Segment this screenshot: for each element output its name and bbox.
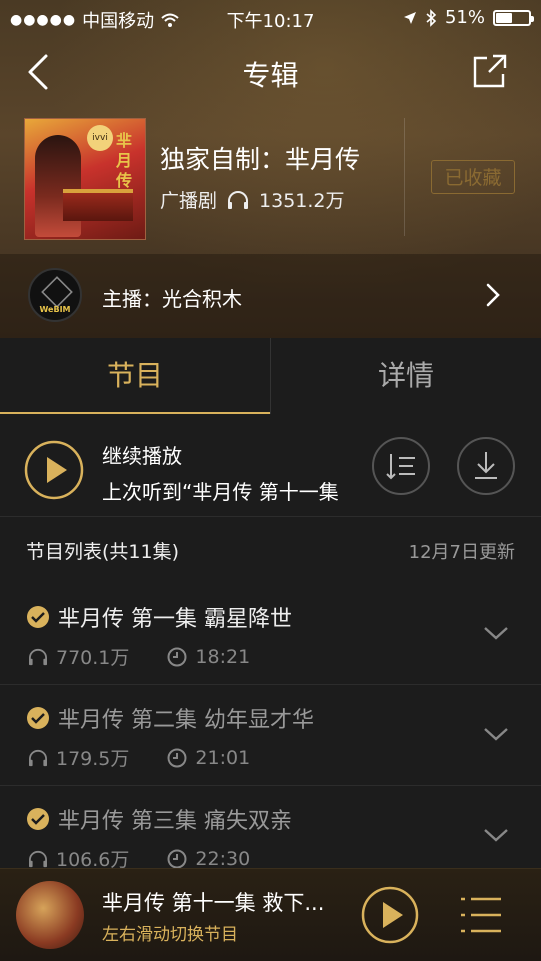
check-circle-icon	[27, 606, 49, 628]
episode-plays: 770.1万	[56, 647, 130, 669]
bluetooth-icon	[426, 8, 437, 27]
continue-title: 继续播放	[102, 444, 182, 468]
cover-seal: 芈月传	[115, 131, 132, 190]
avatar-cube-icon	[41, 276, 73, 308]
clock-icon	[167, 647, 187, 666]
cover-badge: ivvi	[87, 125, 113, 151]
list-title: 节目列表(共11集)	[26, 541, 180, 563]
now-playing-title: 芈月传 第十一集 救下...	[102, 891, 325, 915]
playlist-icon[interactable]	[459, 895, 503, 935]
cover-palace	[63, 189, 133, 221]
headphones-icon	[29, 850, 47, 867]
battery-fill	[496, 12, 513, 23]
host-label: 主播：光合积木	[102, 287, 242, 311]
status-bar: ●●●●● 中国移动 下午10:17 51%	[0, 0, 541, 36]
episode-meta: 106.6万 22:30	[28, 845, 250, 868]
cover-figure	[35, 135, 81, 237]
list-header: 节目列表(共11集) 12月7日更新	[0, 516, 541, 584]
album-cover: 芈月传 ivvi	[24, 118, 146, 240]
player-play-button[interactable]	[360, 885, 420, 945]
episode-meta: 179.5万 21:01	[28, 744, 250, 771]
collected-button[interactable]: 已收藏	[431, 160, 515, 194]
episode-list: 芈月传 第一集 霸星降世 770.1万 18:21 芈月传 第二集 幼年显才华 …	[0, 583, 541, 868]
location-icon	[403, 11, 416, 24]
clock-icon	[167, 849, 187, 868]
swipe-hint: 左右滑动切换节目	[102, 925, 238, 945]
episode-plays: 179.5万	[56, 748, 130, 770]
album-meta: 广播剧 1351.2万	[160, 186, 400, 213]
nav-bar: 专辑	[0, 44, 541, 100]
tab-bar: 节目 详情	[0, 338, 541, 414]
page-title: 专辑	[242, 59, 299, 92]
chevron-right-icon	[486, 283, 500, 307]
episode-meta: 770.1万 18:21	[28, 643, 250, 670]
status-right: 51%	[403, 7, 534, 28]
episode-duration: 18:21	[195, 645, 251, 668]
chevron-down-icon[interactable]	[483, 827, 509, 843]
list-updated: 12月7日更新	[408, 542, 515, 563]
continue-play-button[interactable]	[24, 440, 84, 500]
sort-icon[interactable]	[371, 436, 431, 496]
episode-title: 芈月传 第一集 霸星降世	[58, 607, 292, 632]
check-circle-icon	[27, 808, 49, 830]
headphones-icon	[228, 190, 249, 209]
episode-plays: 106.6万	[56, 849, 130, 868]
chevron-down-icon[interactable]	[483, 726, 509, 742]
tab-programs[interactable]: 节目	[0, 338, 270, 414]
episode-duration: 21:01	[195, 746, 251, 769]
album-name: 独家自制：芈月传	[160, 145, 361, 174]
download-icon[interactable]	[456, 436, 516, 496]
share-icon[interactable]	[473, 54, 507, 88]
chevron-down-icon[interactable]	[483, 625, 509, 641]
divider	[404, 118, 405, 236]
album-category: 广播剧	[160, 190, 218, 212]
list-item[interactable]: 芈月传 第二集 幼年显才华 179.5万 21:01	[0, 684, 541, 786]
list-item[interactable]: 芈月传 第一集 霸星降世 770.1万 18:21	[0, 583, 541, 685]
clock-icon	[167, 748, 187, 767]
battery-icon	[493, 9, 534, 26]
check-circle-icon	[27, 707, 49, 729]
host-avatar: WeBIM	[28, 268, 82, 322]
album-info: 独家自制：芈月传 广播剧 1351.2万	[160, 140, 400, 213]
mini-player[interactable]: 芈月传 第十一集 救下... 左右滑动切换节目	[0, 868, 541, 961]
host-row[interactable]: WeBIM 主播：光合积木	[0, 254, 541, 338]
avatar-text: WeBIM	[39, 305, 71, 314]
battery-percent: 51%	[444, 7, 485, 28]
player-cover[interactable]	[16, 881, 84, 949]
continue-last: 上次听到“芈月传 第十一集	[102, 480, 339, 504]
episode-title: 芈月传 第三集 痛失双亲	[58, 809, 292, 834]
continue-section: 继续播放 上次听到“芈月传 第十一集	[0, 414, 541, 516]
episode-duration: 22:30	[195, 847, 251, 869]
album-plays: 1351.2万	[259, 190, 345, 212]
episode-title: 芈月传 第二集 幼年显才华	[58, 708, 314, 733]
tab-details[interactable]: 详情	[271, 338, 541, 414]
headphones-icon	[29, 749, 47, 766]
list-item[interactable]: 芈月传 第三集 痛失双亲 106.6万 22:30	[0, 785, 541, 868]
headphones-icon	[29, 648, 47, 665]
